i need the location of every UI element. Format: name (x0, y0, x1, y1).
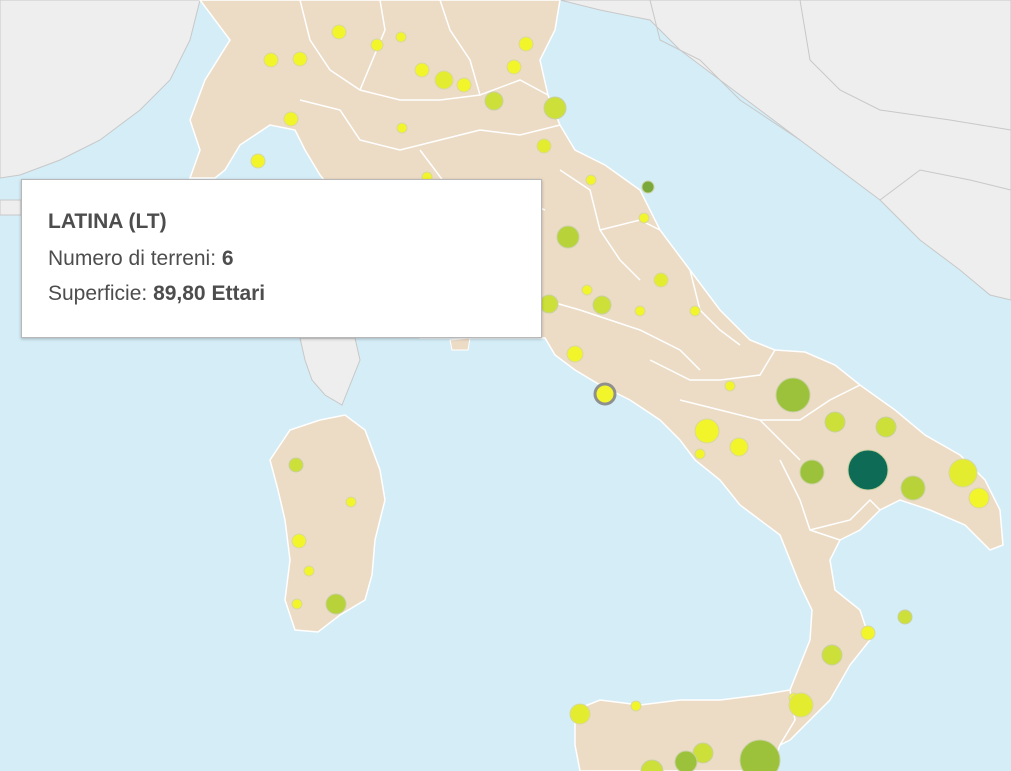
province-marker[interactable] (291, 598, 303, 610)
province-marker[interactable] (566, 345, 584, 363)
province-marker[interactable] (799, 459, 825, 485)
province-marker[interactable] (456, 77, 472, 93)
tooltip-terreni-value: 6 (221, 247, 234, 270)
province-marker[interactable] (948, 458, 978, 488)
province-marker[interactable] (518, 36, 534, 52)
province-marker[interactable] (556, 225, 580, 249)
tooltip-terreni-label: Numero di terreni: (48, 247, 217, 270)
province-marker[interactable] (968, 487, 990, 509)
tooltip-superficie-value: 89,80 Ettari (153, 282, 266, 305)
province-marker[interactable] (860, 625, 876, 641)
province-tooltip: LATINA (LT) Numero di terreni: 6 Superfi… (21, 179, 542, 338)
tooltip-title: LATINA (LT) (48, 210, 167, 233)
province-marker[interactable] (724, 380, 736, 392)
province-marker[interactable] (250, 153, 266, 169)
province-marker[interactable] (585, 174, 597, 186)
province-marker[interactable] (674, 750, 698, 771)
province-marker[interactable] (414, 62, 430, 78)
province-marker[interactable] (288, 457, 304, 473)
province-marker[interactable] (900, 475, 926, 501)
elba (449, 337, 471, 351)
province-marker[interactable] (824, 411, 846, 433)
tooltip-terreni-row: Numero di terreni: 6 (48, 247, 541, 271)
province-marker[interactable] (325, 593, 347, 615)
province-marker[interactable] (641, 180, 655, 194)
province-marker[interactable] (331, 24, 347, 40)
province-marker[interactable] (283, 111, 299, 127)
province-marker[interactable] (638, 212, 650, 224)
province-marker[interactable] (303, 565, 315, 577)
province-marker[interactable] (345, 496, 357, 508)
province-marker[interactable] (581, 284, 593, 296)
province-marker[interactable] (291, 533, 307, 549)
province-marker-latina-selected[interactable] (593, 382, 617, 406)
province-marker[interactable] (370, 38, 384, 52)
province-marker[interactable] (539, 294, 559, 314)
province-marker[interactable] (821, 644, 843, 666)
province-marker[interactable] (897, 609, 913, 625)
tooltip-superficie-label: Superficie: (48, 282, 148, 305)
province-marker[interactable] (506, 59, 522, 75)
map-canvas[interactable] (0, 0, 1011, 771)
province-marker[interactable] (630, 700, 642, 712)
province-marker[interactable] (875, 416, 897, 438)
province-marker[interactable] (775, 377, 811, 413)
province-marker[interactable] (788, 692, 814, 718)
province-marker[interactable] (729, 437, 749, 457)
province-marker[interactable] (484, 91, 504, 111)
province-marker[interactable] (569, 703, 591, 725)
province-marker[interactable] (434, 70, 454, 90)
province-marker[interactable] (694, 418, 720, 444)
province-marker[interactable] (396, 122, 408, 134)
province-marker[interactable] (689, 305, 701, 317)
province-marker[interactable] (847, 449, 889, 491)
province-marker[interactable] (395, 31, 407, 43)
province-marker[interactable] (592, 295, 612, 315)
province-marker[interactable] (653, 272, 669, 288)
tooltip-superficie-row: Superficie: 89,80 Ettari (48, 282, 541, 306)
province-marker[interactable] (292, 51, 308, 67)
province-marker[interactable] (694, 448, 706, 460)
province-marker[interactable] (634, 305, 646, 317)
province-marker[interactable] (536, 138, 552, 154)
province-marker[interactable] (263, 52, 279, 68)
province-marker[interactable] (543, 96, 567, 120)
